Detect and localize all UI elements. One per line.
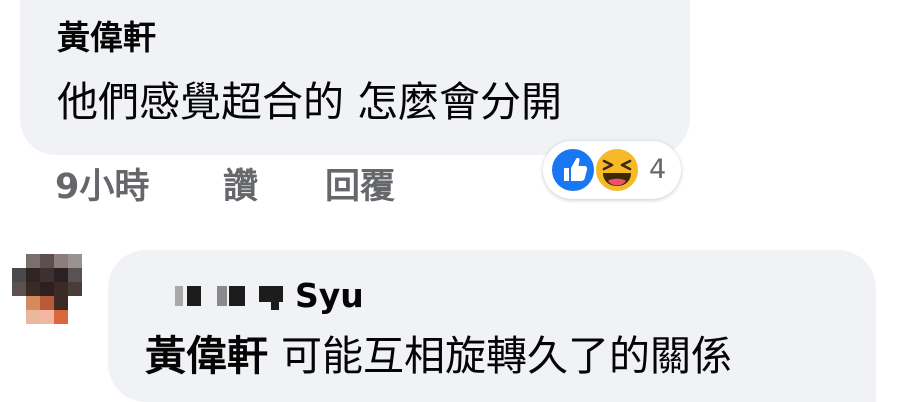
reply-bubble: Syu 黃偉軒 可能互相旋轉久了的關係	[108, 250, 876, 402]
reply-text: 黃偉軒 可能互相旋轉久了的關係	[145, 330, 732, 382]
comment-timestamp[interactable]: 9小時	[55, 162, 149, 212]
censor-block	[217, 286, 227, 306]
haha-icon	[594, 147, 640, 193]
avatar[interactable]	[12, 254, 97, 326]
censor-block	[187, 286, 201, 306]
comment-thread: 黃偉軒 他們感覺超合的 怎麼會分開 9小時 讚 回覆 4 Syu 黃偉軒 可能互…	[0, 0, 922, 402]
mention-tag[interactable]: 黃偉軒	[145, 332, 268, 380]
comment-author[interactable]: 黃偉軒	[57, 18, 156, 58]
comment-bubble: 黃偉軒 他們感覺超合的 怎麼會分開	[20, 0, 690, 155]
reply-button[interactable]: 回覆	[325, 162, 395, 212]
like-button[interactable]: 讚	[223, 162, 258, 212]
censor-block	[175, 286, 183, 306]
reply-message: 可能互相旋轉久了的關係	[281, 332, 733, 380]
reply-author-name: Syu	[295, 276, 364, 315]
like-icon	[550, 147, 596, 193]
reactions-summary[interactable]: 4	[543, 141, 681, 199]
censor-block	[271, 300, 279, 310]
censor-block	[229, 286, 245, 306]
comment-text: 他們感覺超合的 怎麼會分開	[57, 78, 563, 126]
reaction-count: 4	[649, 154, 667, 185]
